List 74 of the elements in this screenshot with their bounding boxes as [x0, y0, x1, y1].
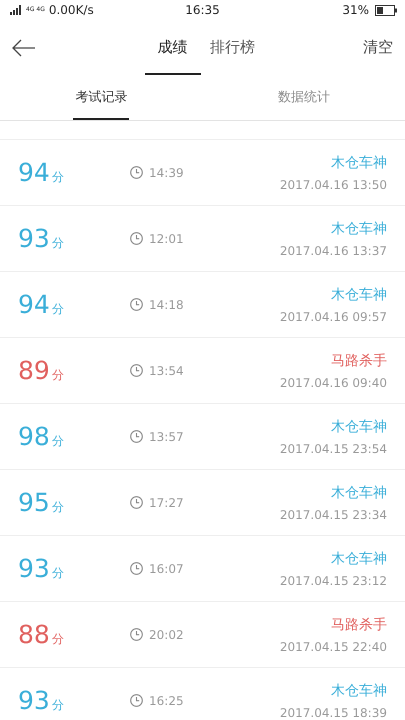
rank-title: 马路杀手 [331, 352, 387, 370]
score-value: 93 [18, 686, 50, 715]
record-date: 2017.04.16 13:50 [280, 178, 387, 192]
clock-icon [130, 562, 143, 575]
rank-title: 木仓车神 [331, 484, 387, 502]
clock-icon [130, 694, 143, 707]
score-unit: 分 [52, 433, 64, 450]
rank-title: 木仓车神 [331, 550, 387, 568]
record-date: 2017.04.16 13:37 [280, 244, 387, 258]
clear-button[interactable]: 清空 [363, 38, 393, 57]
score-unit: 分 [52, 697, 64, 714]
clock-icon [130, 430, 143, 443]
rank-title: 木仓车神 [331, 286, 387, 304]
duration-text: 13:54 [149, 364, 184, 378]
score-value: 94 [18, 290, 50, 319]
duration-text: 20:02 [149, 628, 184, 642]
score-unit: 分 [52, 499, 64, 516]
score-value: 88 [18, 620, 50, 649]
duration-text: 13:57 [149, 430, 184, 444]
duration-text: 16:25 [149, 694, 184, 708]
score-unit: 分 [52, 169, 64, 186]
duration-text: 14:18 [149, 298, 184, 312]
clock: 16:35 [185, 3, 220, 17]
score-unit: 分 [52, 235, 64, 252]
record-date: 2017.04.15 23:34 [280, 508, 387, 522]
record-date: 2017.04.16 09:57 [280, 310, 387, 324]
header-tab[interactable]: 成绩 [144, 20, 200, 75]
score-unit: 分 [52, 631, 64, 648]
record-row[interactable]: 95 分 17:27 木仓车神 2017.04.15 23:34 [0, 470, 405, 536]
clock-icon [130, 364, 143, 377]
sub-tab[interactable]: 数据统计 [276, 75, 332, 120]
score-unit: 分 [52, 367, 64, 384]
record-date: 2017.04.15 18:39 [280, 706, 387, 720]
score-unit: 分 [52, 301, 64, 318]
battery-icon [375, 4, 398, 16]
record-row[interactable]: 94 分 14:39 木仓车神 2017.04.16 13:50 [0, 140, 405, 206]
rank-title: 木仓车神 [331, 220, 387, 238]
duration-text: 17:27 [149, 496, 184, 510]
record-row[interactable]: 88 分 20:02 马路杀手 2017.04.15 22:40 [0, 602, 405, 668]
score-value: 95 [18, 488, 50, 517]
record-row[interactable]: 98 分 13:57 木仓车神 2017.04.15 23:54 [0, 404, 405, 470]
clock-icon [130, 496, 143, 509]
back-arrow-icon[interactable] [12, 38, 36, 56]
score-value: 98 [18, 422, 50, 451]
record-row[interactable]: 93 分 12:01 木仓车神 2017.04.16 13:37 [0, 206, 405, 272]
rank-title: 木仓车神 [331, 418, 387, 436]
record-row[interactable]: 89 分 13:54 马路杀手 2017.04.16 09:40 [0, 338, 405, 404]
duration-text: 12:01 [149, 232, 184, 246]
duration-text: 14:39 [149, 166, 184, 180]
record-row[interactable]: 93 分 16:25 木仓车神 2017.04.15 18:39 [0, 668, 405, 720]
clock-icon [130, 298, 143, 311]
score-value: 89 [18, 356, 50, 385]
rank-title: 木仓车神 [331, 154, 387, 172]
header-tab[interactable]: 排行榜 [204, 20, 260, 75]
rank-title: 马路杀手 [331, 616, 387, 634]
score-value: 93 [18, 554, 50, 583]
clock-icon [130, 166, 143, 179]
rank-title: 木仓车神 [331, 682, 387, 700]
score-value: 93 [18, 224, 50, 253]
record-date: 2017.04.15 22:40 [280, 640, 387, 654]
clock-icon [130, 628, 143, 641]
record-date: 2017.04.15 23:12 [280, 574, 387, 588]
record-date: 2017.04.16 09:40 [280, 376, 387, 390]
network-speed: 0.00K/s [48, 3, 94, 17]
record-date: 2017.04.15 23:54 [280, 442, 387, 456]
signal-icon [8, 5, 22, 15]
record-row[interactable]: 94 分 14:18 木仓车神 2017.04.16 09:57 [0, 272, 405, 338]
duration-text: 16:07 [149, 562, 184, 576]
score-unit: 分 [52, 565, 64, 582]
clock-icon [130, 232, 143, 245]
score-value: 94 [18, 158, 50, 187]
record-row[interactable]: 93 分 16:07 木仓车神 2017.04.15 23:12 [0, 536, 405, 602]
sub-tab[interactable]: 考试记录 [73, 75, 130, 120]
battery-percent: 31% [342, 3, 370, 17]
